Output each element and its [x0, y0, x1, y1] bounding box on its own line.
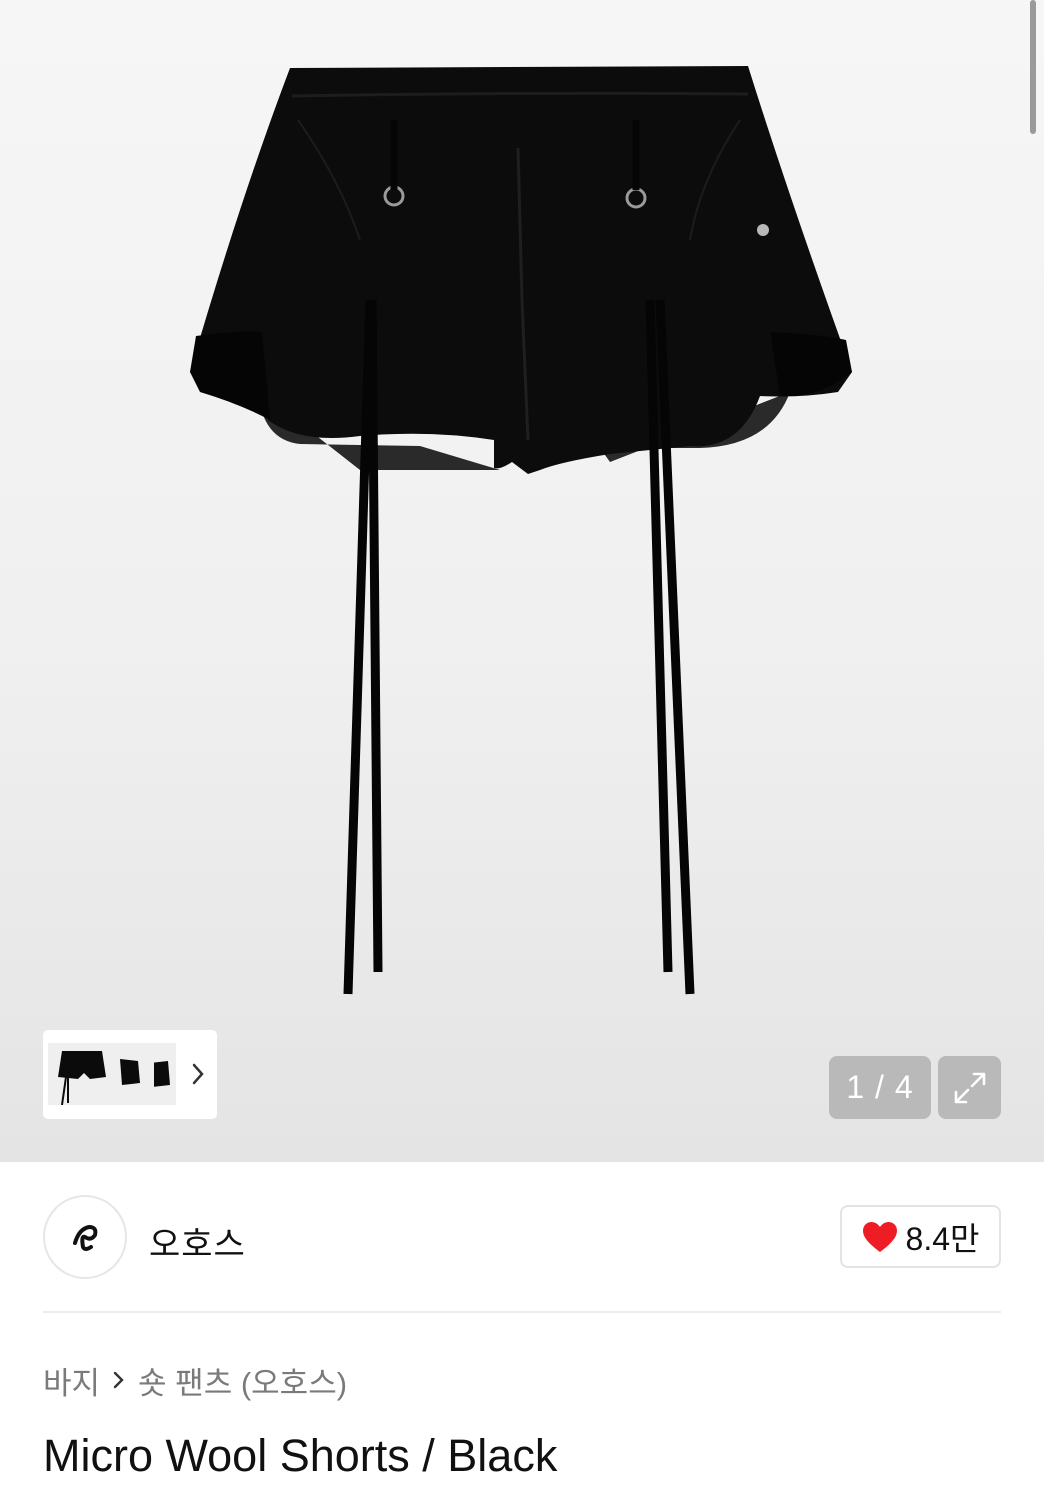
- product-page: 1 / 4 오호스 8.4만 바지 숏 팬츠 (오호스) Micro Wool …: [0, 0, 1044, 1500]
- brand-logo-icon: [73, 1224, 98, 1251]
- scrollbar[interactable]: [1030, 0, 1036, 134]
- breadcrumb-category[interactable]: 바지: [43, 1358, 100, 1403]
- thumbnail-strip[interactable]: [43, 1030, 217, 1119]
- product-title: Micro Wool Shorts / Black: [43, 1430, 558, 1481]
- product-image[interactable]: [0, 0, 1044, 1162]
- brand-logo[interactable]: [43, 1195, 127, 1279]
- brand-name[interactable]: 오호스: [149, 1217, 246, 1266]
- breadcrumb-subcategory[interactable]: 숏 팬츠 (오호스): [138, 1358, 347, 1403]
- product-gallery[interactable]: 1 / 4: [0, 0, 1044, 1162]
- chevron-right-icon[interactable]: [187, 1060, 209, 1088]
- thumbnail-1[interactable]: [48, 1043, 110, 1105]
- brand-row: 오호스 8.4만: [43, 1195, 1001, 1279]
- heart-icon: [862, 1221, 897, 1252]
- divider: [43, 1311, 1001, 1313]
- chevron-right-icon: [112, 1369, 126, 1391]
- expand-icon: [954, 1072, 985, 1103]
- like-button[interactable]: 8.4만: [840, 1205, 1001, 1268]
- like-count: 8.4만: [905, 1220, 980, 1257]
- breadcrumb: 바지 숏 팬츠 (오호스): [43, 1358, 347, 1403]
- image-page-counter: 1 / 4: [829, 1056, 931, 1119]
- expand-button[interactable]: [938, 1056, 1001, 1119]
- thumbnail-2[interactable]: [110, 1043, 154, 1105]
